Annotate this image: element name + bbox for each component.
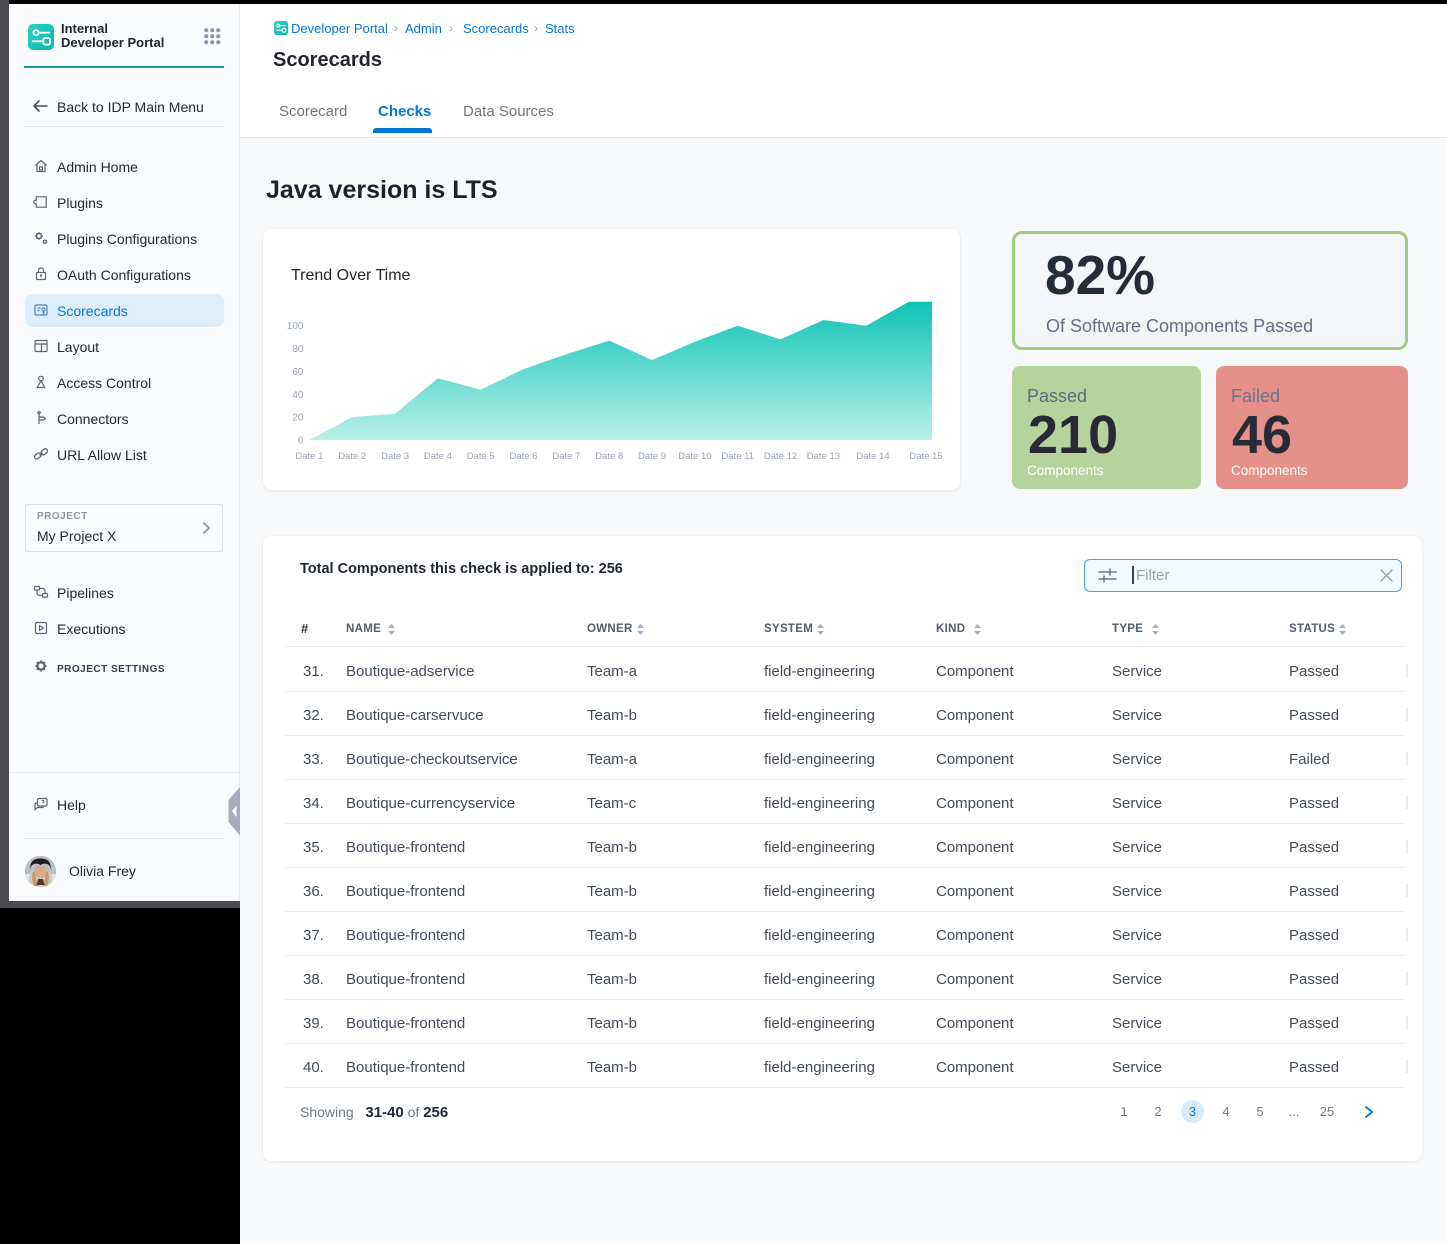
- svg-text:Date 7: Date 7: [552, 451, 580, 462]
- svg-text:Date 3: Date 3: [381, 451, 409, 462]
- svg-text:Date 11: Date 11: [721, 451, 754, 462]
- svg-text:80: 80: [292, 344, 304, 355]
- svg-text:Date 4: Date 4: [424, 451, 452, 462]
- svg-text:20: 20: [292, 413, 304, 424]
- svg-text:Date 9: Date 9: [638, 451, 666, 462]
- svg-text:40: 40: [292, 390, 304, 401]
- svg-text:Date 10: Date 10: [678, 451, 711, 462]
- svg-text:60: 60: [292, 367, 304, 378]
- svg-text:Date 8: Date 8: [595, 451, 623, 462]
- svg-text:0: 0: [298, 436, 304, 447]
- svg-text:Date 5: Date 5: [467, 451, 495, 462]
- svg-text:Date 6: Date 6: [510, 451, 538, 462]
- svg-text:Date 14: Date 14: [856, 451, 889, 462]
- svg-text:Date 15: Date 15: [909, 451, 942, 462]
- svg-text:100: 100: [287, 321, 304, 332]
- svg-text:Date 13: Date 13: [807, 451, 840, 462]
- svg-text:Date 12: Date 12: [764, 451, 797, 462]
- svg-text:Date 2: Date 2: [338, 451, 366, 462]
- svg-text:Date 1: Date 1: [295, 451, 323, 462]
